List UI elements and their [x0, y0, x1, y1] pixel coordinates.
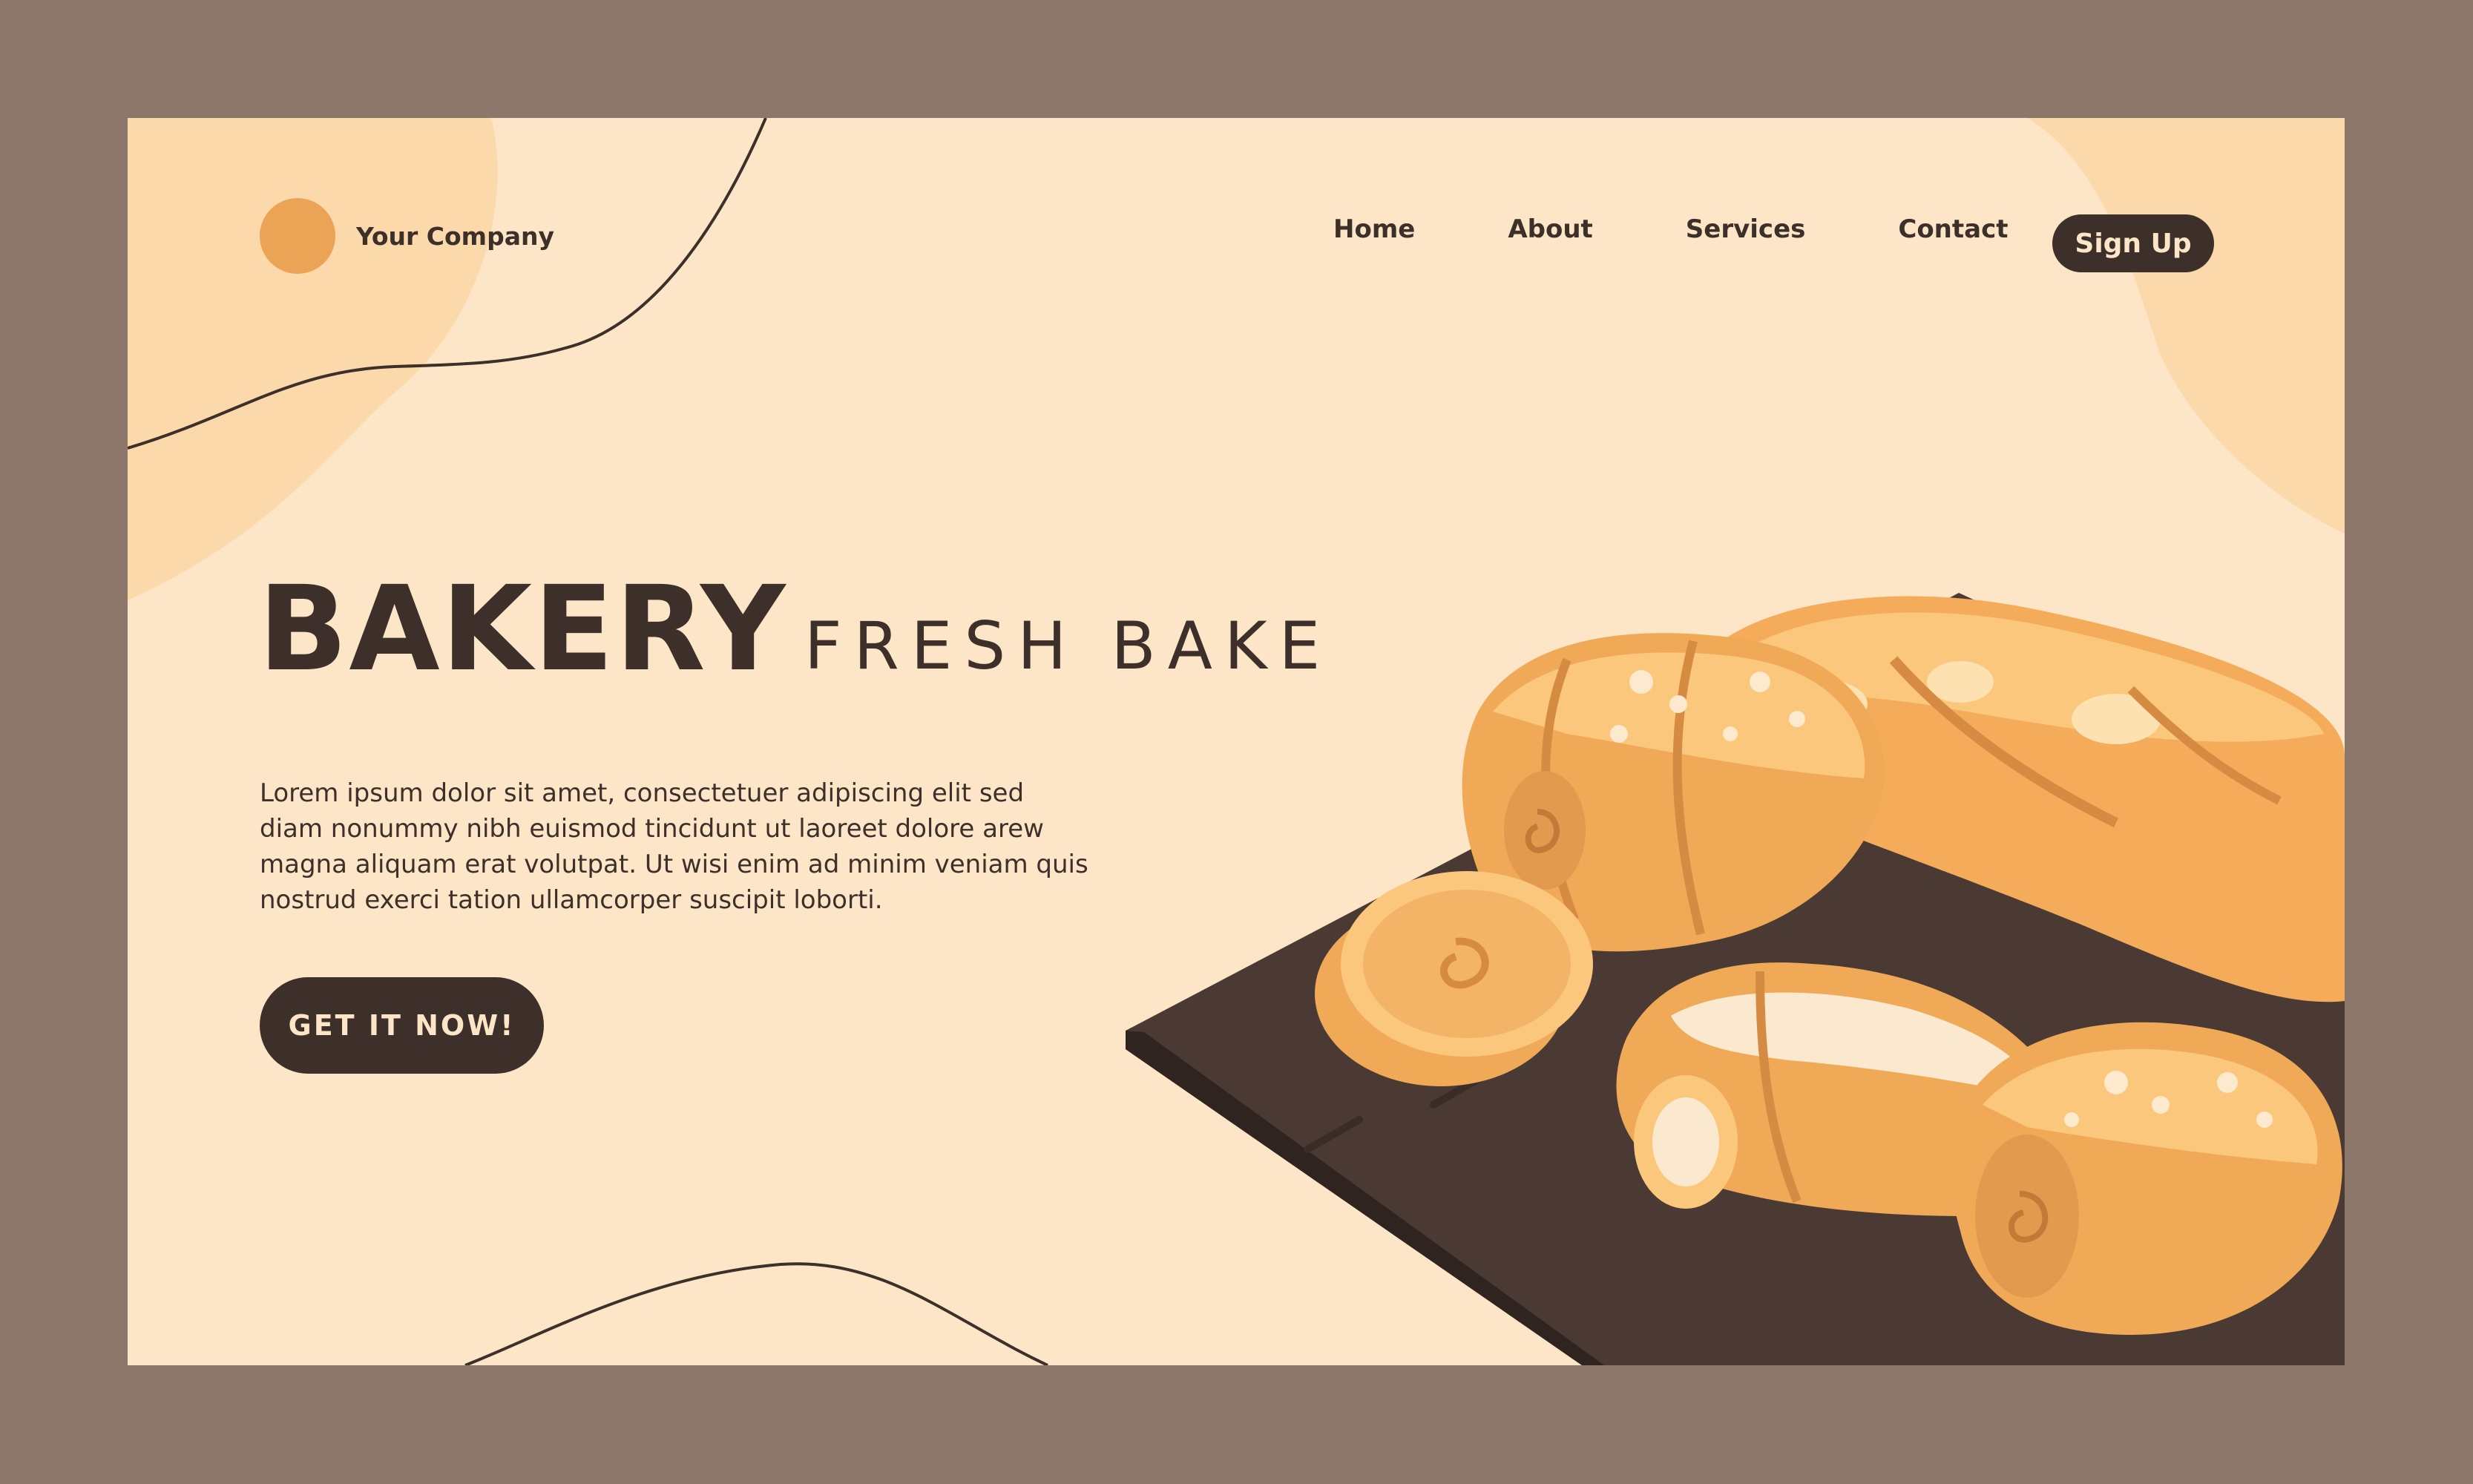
landing-page: Your Company Home About Services Contact… [128, 118, 2345, 1365]
bread-board-illustration [1126, 593, 2345, 1365]
